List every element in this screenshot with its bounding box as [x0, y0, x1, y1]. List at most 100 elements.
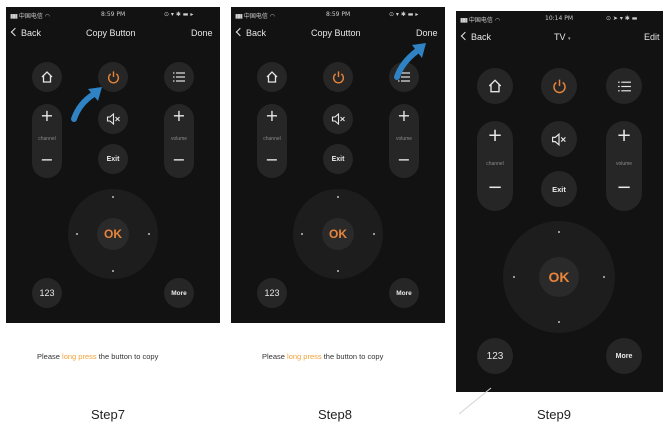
dpad-down[interactable]: [112, 270, 114, 272]
number-pad-label: 123: [39, 288, 55, 298]
volume-up-button[interactable]: +: [172, 108, 185, 124]
chevron-left-icon: [235, 27, 245, 37]
home-button[interactable]: [257, 62, 287, 92]
home-icon: [41, 71, 53, 83]
pointer-arrow-icon: [71, 87, 102, 122]
power-icon: [332, 70, 344, 83]
step-label-7: Step7: [91, 407, 125, 422]
volume-control: + volume −: [606, 121, 642, 211]
number-pad-label: 123: [264, 288, 280, 298]
page-title: TV: [554, 32, 566, 42]
more-label: More: [396, 289, 412, 297]
status-time: 10:14 PM: [545, 15, 573, 22]
mute-icon: [331, 113, 345, 125]
channel-up-button[interactable]: +: [487, 127, 502, 145]
more-label: More: [615, 352, 633, 360]
step-label-9: Step9: [537, 407, 571, 422]
home-icon: [266, 71, 278, 83]
power-icon: [552, 79, 566, 93]
channel-down-button[interactable]: −: [40, 152, 53, 168]
chevron-left-icon: [460, 31, 470, 41]
dpad-up[interactable]: [337, 196, 339, 198]
dpad[interactable]: OK: [68, 189, 158, 279]
number-pad-button[interactable]: 123: [257, 278, 287, 308]
channel-down-button[interactable]: −: [487, 179, 502, 197]
divider-line: [458, 387, 492, 415]
more-button[interactable]: More: [389, 278, 419, 308]
volume-down-button[interactable]: −: [397, 152, 410, 168]
volume-control: + volume −: [389, 104, 419, 178]
chevron-down-icon: ▾: [568, 36, 571, 42]
power-button[interactable]: [323, 62, 353, 92]
channel-down-button[interactable]: −: [265, 152, 278, 168]
dpad-down[interactable]: [558, 321, 560, 323]
volume-down-button[interactable]: −: [172, 152, 185, 168]
channel-up-button[interactable]: +: [40, 108, 53, 124]
mute-icon: [552, 132, 566, 146]
list-icon: [617, 81, 631, 91]
instruction-text-step8: Please long press the button to copy: [262, 352, 384, 361]
number-pad-button[interactable]: 123: [477, 338, 513, 374]
more-button[interactable]: More: [164, 278, 194, 308]
dpad-left[interactable]: [513, 276, 515, 278]
status-carrier: ▮▮▮ 中国电信 ◠: [235, 13, 275, 20]
exit-label: Exit: [331, 155, 345, 163]
back-button[interactable]: Back: [10, 27, 41, 38]
dpad[interactable]: OK: [503, 221, 615, 333]
exit-label: Exit: [106, 155, 120, 163]
dpad-up[interactable]: [558, 231, 560, 233]
status-icons: ⊙ ▾ ✱ ▬ ▸: [164, 11, 194, 18]
mute-button[interactable]: [323, 104, 353, 134]
power-button[interactable]: [541, 68, 577, 104]
dpad[interactable]: OK: [293, 189, 383, 279]
back-button[interactable]: Back: [235, 27, 266, 38]
menu-button[interactable]: [164, 62, 194, 92]
volume-up-button[interactable]: +: [397, 108, 410, 124]
edit-button[interactable]: Edit: [644, 32, 660, 42]
chevron-left-icon: [10, 27, 20, 37]
instruction-text-step7: Please long press the button to copy: [37, 352, 159, 361]
menu-button[interactable]: [606, 68, 642, 104]
exit-button[interactable]: Exit: [323, 144, 353, 174]
number-pad-button[interactable]: 123: [32, 278, 62, 308]
remote-screen-step7: ▮▮▮ 中国电信 ◠ 8:59 PM ⊙ ▾ ✱ ▬ ▸ Back Copy B…: [6, 7, 220, 323]
ok-button[interactable]: OK: [97, 218, 129, 250]
dpad-right[interactable]: [373, 233, 375, 235]
channel-control: + channel −: [257, 104, 287, 178]
channel-up-button[interactable]: +: [265, 108, 278, 124]
home-button[interactable]: [477, 68, 513, 104]
volume-control: + volume −: [164, 104, 194, 178]
list-icon: [173, 72, 185, 82]
dpad-left[interactable]: [76, 233, 78, 235]
channel-control: + channel −: [477, 121, 513, 211]
dpad-down[interactable]: [337, 270, 339, 272]
dpad-up[interactable]: [112, 196, 114, 198]
home-button[interactable]: [32, 62, 62, 92]
back-button[interactable]: Back: [460, 31, 491, 42]
channel-control: + channel −: [32, 104, 62, 178]
page-title: Copy Button: [86, 28, 136, 38]
dpad-left[interactable]: [301, 233, 303, 235]
volume-label: volume: [170, 136, 188, 142]
status-icons: ⊙ ▾ ✱ ▬ ▸: [389, 11, 419, 18]
exit-button[interactable]: Exit: [98, 144, 128, 174]
more-label: More: [171, 289, 187, 297]
dpad-right[interactable]: [603, 276, 605, 278]
volume-down-button[interactable]: −: [616, 179, 631, 197]
page-title: Copy Button: [311, 28, 361, 38]
ok-button[interactable]: OK: [322, 218, 354, 250]
ok-button[interactable]: OK: [539, 257, 579, 297]
more-button[interactable]: More: [606, 338, 642, 374]
done-button[interactable]: Done: [191, 28, 213, 38]
exit-label: Exit: [552, 184, 566, 194]
remote-screen-step8: ▮▮▮ 中国电信 ◠ 8:59 PM ⊙ ▾ ✱ ▬ ▸ Back Copy B…: [231, 7, 445, 323]
home-icon: [488, 79, 502, 93]
dpad-right[interactable]: [148, 233, 150, 235]
device-selector[interactable]: TV ▾: [554, 32, 571, 42]
volume-up-button[interactable]: +: [616, 127, 631, 145]
exit-button[interactable]: Exit: [541, 171, 577, 207]
status-time: 8:59 PM: [326, 11, 351, 18]
status-carrier: ▮▮▮ 中国电信 ◠: [10, 13, 50, 20]
mute-button[interactable]: [541, 121, 577, 157]
status-icons: ⊙ ➤ ▾ ✱ ▬: [606, 15, 638, 22]
